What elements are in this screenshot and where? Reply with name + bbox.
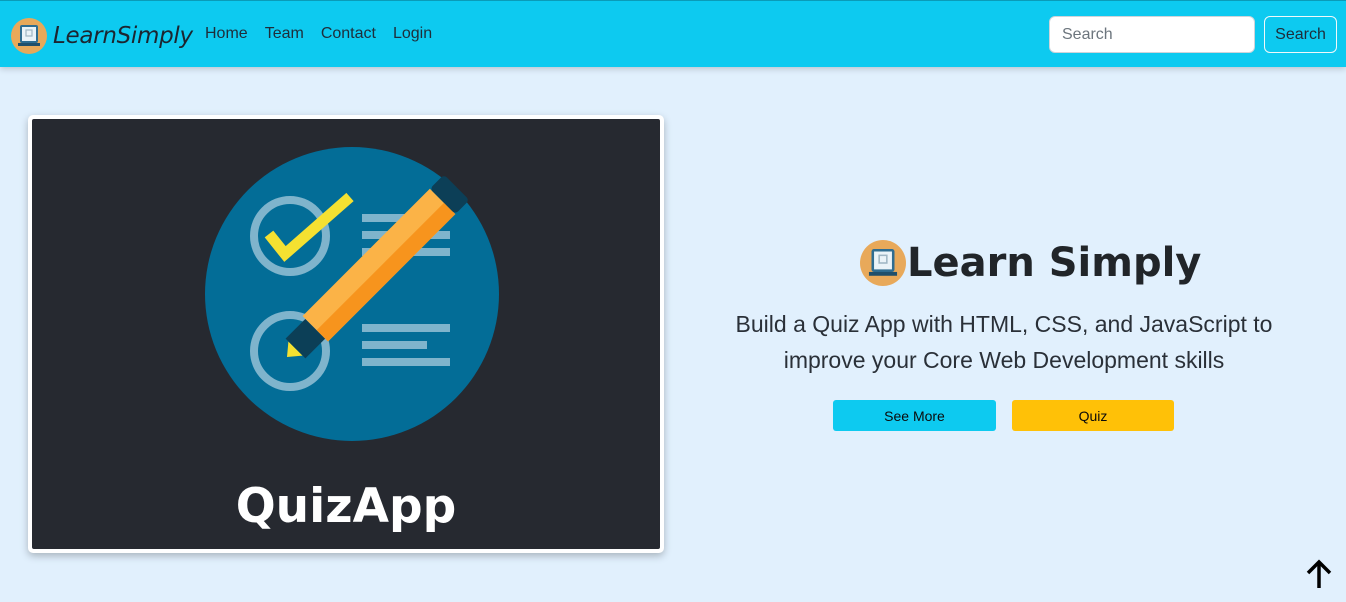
quizapp-card: QuizApp: [28, 115, 664, 553]
quizapp-image: QuizApp: [32, 119, 660, 549]
nav-link-team[interactable]: Team: [265, 25, 304, 43]
nav-links: Home Team Contact Login: [205, 25, 432, 43]
quiz-button[interactable]: Quiz: [1012, 400, 1174, 431]
book-logo-icon: [11, 18, 47, 54]
card-title: QuizApp: [235, 479, 457, 534]
book-logo-icon: [860, 240, 906, 286]
hero-description-line-2: improve your Core Web Development skills: [783, 347, 1225, 373]
search-input[interactable]: [1049, 16, 1255, 53]
nav-link-contact[interactable]: Contact: [321, 25, 376, 43]
search-button[interactable]: Search: [1264, 16, 1337, 53]
navbar: LearnSimply Home Team Contact Login Sear…: [0, 0, 1346, 67]
brand-name: LearnSimply: [53, 23, 193, 49]
hero-description-line-1: Build a Quiz App with HTML, CSS, and Jav…: [735, 311, 1273, 337]
hero-description: Build a Quiz App with HTML, CSS, and Jav…: [700, 306, 1308, 378]
hero-title-row: Learn Simply: [860, 240, 1201, 286]
nav-link-home[interactable]: Home: [205, 25, 248, 43]
hero-title: Learn Simply: [907, 240, 1202, 286]
see-more-button[interactable]: See More: [833, 400, 996, 431]
nav-link-login[interactable]: Login: [393, 25, 432, 43]
arrow-up-icon[interactable]: [1303, 558, 1335, 592]
brand[interactable]: LearnSimply: [11, 18, 193, 54]
